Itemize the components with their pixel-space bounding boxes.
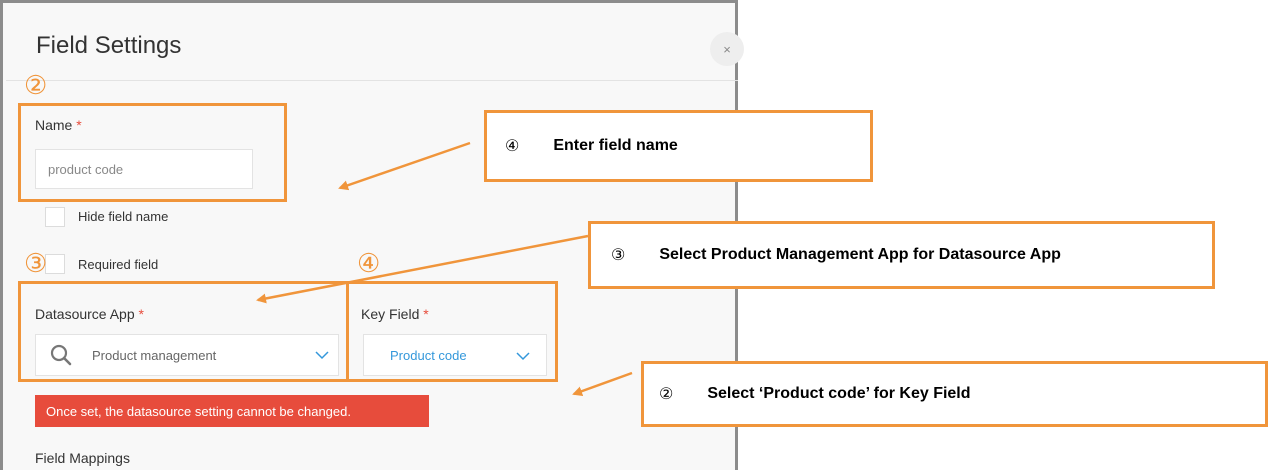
arrow-to-datasource [256, 234, 589, 304]
arrow-to-name [338, 141, 471, 191]
arrow-to-key-field [572, 371, 633, 396]
annotation-arrows [256, 141, 633, 396]
